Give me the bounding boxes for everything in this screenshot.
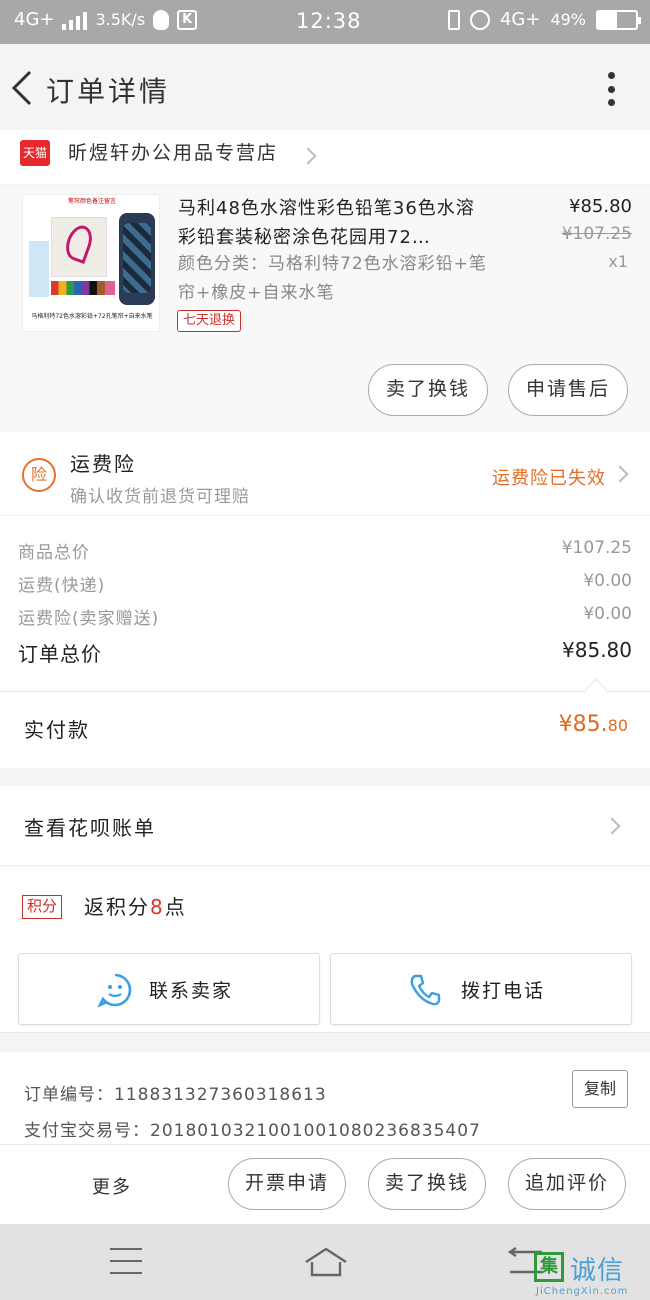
alarm-icon — [469, 9, 490, 30]
clock: 12:38 — [296, 9, 362, 33]
phone-icon — [410, 974, 441, 1006]
shop-row[interactable]: 天猫 昕煜轩办公用品专营店 — [0, 130, 650, 184]
points-text: 返积分8点 — [84, 895, 187, 919]
contact-row: 联系卖家 拨打电话 — [0, 943, 650, 1033]
more-actions-button[interactable]: 更多 — [92, 1173, 132, 1199]
navigation-header: 订单详情 — [0, 44, 650, 130]
product-quantity: x1 — [608, 252, 628, 271]
watermark: 集 诚信 JiChengXin.com — [534, 1250, 650, 1300]
order-number: 118831327360318613 — [114, 1085, 327, 1105]
signal-icon — [62, 10, 88, 30]
price-summary: 商品总价 ¥107.25 运费(快递) ¥0.00 运费险(卖家赠送) ¥0.0… — [0, 516, 650, 702]
sell-for-cash-button[interactable]: 卖了换钱 — [368, 364, 488, 416]
network-type: 4G+ — [14, 9, 55, 30]
home-icon[interactable] — [304, 1246, 348, 1278]
summary-value: ¥107.25 — [561, 538, 632, 558]
network-speed: 3.5K/s — [95, 10, 146, 29]
back-arrow-icon[interactable] — [10, 68, 34, 108]
menu-icon[interactable] — [110, 1248, 142, 1274]
shop-name: 昕煜轩办公用品专营店 — [68, 142, 279, 164]
actual-payment-row: 实付款 ¥85.80 — [0, 692, 650, 768]
more-options-icon[interactable] — [606, 72, 616, 106]
insurance-subtitle: 确认收货前退货可理赔 — [70, 487, 250, 507]
contact-seller-label: 联系卖家 — [149, 980, 234, 1002]
summary-label: 运费(快递) — [18, 576, 106, 596]
points-row: 积分 返积分8点 — [0, 867, 650, 943]
battery-icon — [596, 9, 641, 30]
app-k-icon: K — [177, 9, 198, 30]
sell-for-cash-button-bottom[interactable]: 卖了换钱 — [368, 1158, 486, 1210]
points-badge: 积分 — [22, 895, 63, 919]
product-price: ¥85.80 — [569, 196, 632, 217]
summary-row-total: 订单总价 ¥85.80 — [18, 638, 632, 666]
qq-icon — [153, 9, 170, 30]
bottom-action-bar: 更多 开票申请 卖了换钱 追加评价 — [0, 1144, 650, 1224]
watermark-logo-icon: 集 — [534, 1252, 564, 1282]
actual-payment-label: 实付款 — [24, 718, 90, 742]
chevron-right-icon — [603, 817, 621, 835]
insurance-title: 运费险 — [70, 452, 136, 476]
order-total-value: ¥85.80 — [562, 638, 632, 662]
chevron-right-icon — [299, 147, 317, 165]
call-phone-button[interactable]: 拨打电话 — [330, 953, 632, 1025]
huabei-bill-label: 查看花呗账单 — [24, 816, 156, 840]
watermark-url: JiChengXin.com — [536, 1286, 629, 1297]
battery-percent: 49% — [550, 10, 586, 29]
add-review-button[interactable]: 追加评价 — [508, 1158, 626, 1210]
contact-seller-button[interactable]: 联系卖家 — [18, 953, 320, 1025]
order-number-line: 订单编号：118831327360318613 — [24, 1085, 327, 1105]
summary-label: 运费险(卖家赠送) — [18, 609, 160, 629]
shipping-insurance-row[interactable]: 险 运费险 确认收货前退货可理赔 运费险已失效 — [0, 432, 650, 516]
product-original-price: ¥107.25 — [561, 224, 632, 244]
tmall-logo-icon: 天猫 — [20, 140, 50, 166]
watermark-text: 诚信 — [570, 1256, 625, 1286]
seven-day-return-tag: 七天退换 — [177, 310, 242, 332]
summary-value: ¥0.00 — [583, 604, 632, 624]
thumbnail-caption-bottom: 马格利特72色水溶彩铅+72孔笔帘+自来水笔 — [31, 313, 153, 320]
actual-payment-amount: ¥85.80 — [558, 712, 628, 737]
product-spec: 颜色分类：马格利特72色水溶彩铅+笔帘+橡皮+自来水笔 — [178, 254, 487, 303]
page-title: 订单详情 — [46, 75, 171, 108]
summary-label: 商品总价 — [18, 543, 90, 563]
huabei-bill-row[interactable]: 查看花呗账单 — [0, 786, 650, 866]
status-bar: 4G+ 3.5K/s K 12:38 4G+ 49% — [0, 0, 650, 44]
summary-row-shipping: 运费(快递) ¥0.00 — [18, 571, 632, 599]
invoice-request-button[interactable]: 开票申请 — [228, 1158, 346, 1210]
product-item[interactable]: 笔帘颜色备注留言 马格利特72色水溶彩铅+72孔笔帘+自来水笔 马利48色水溶性… — [0, 186, 650, 432]
summary-row-insurance: 运费险(卖家赠送) ¥0.00 — [18, 604, 632, 632]
order-info: 订单编号：118831327360318613 支付宝交易号：201801032… — [0, 1052, 650, 1144]
product-title[interactable]: 马利48色水溶性彩色铅笔36色水溶彩铅套装秘密涂色花园用72… — [178, 194, 488, 252]
call-phone-label: 拨打电话 — [461, 980, 546, 1002]
order-total-label: 订单总价 — [18, 642, 102, 666]
insurance-status: 运费险已失效 — [492, 468, 606, 489]
chat-face-icon — [97, 973, 132, 1008]
thumbnail-caption-top: 笔帘颜色备注留言 — [67, 198, 116, 205]
copy-button[interactable]: 复制 — [572, 1070, 628, 1108]
alipay-number: 2018010321001001080236835407 — [150, 1121, 481, 1141]
summary-row-goods: 商品总价 ¥107.25 — [18, 538, 632, 566]
summary-value: ¥0.00 — [583, 571, 632, 591]
alipay-number-line: 支付宝交易号：2018010321001001080236835407 — [24, 1121, 481, 1141]
network-type-right: 4G+ — [499, 9, 541, 30]
chevron-right-icon — [611, 465, 629, 483]
vibrate-icon — [447, 9, 460, 30]
insurance-icon: 险 — [22, 458, 56, 492]
after-sales-button[interactable]: 申请售后 — [508, 364, 628, 416]
product-thumbnail[interactable]: 笔帘颜色备注留言 马格利特72色水溶彩铅+72孔笔帘+自来水笔 — [22, 194, 160, 332]
